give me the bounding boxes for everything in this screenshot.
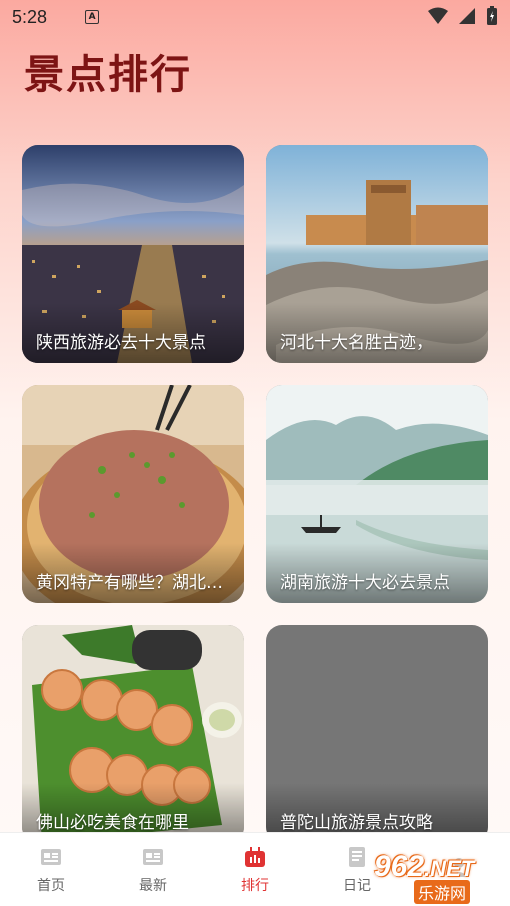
- tab-home[interactable]: 首页: [0, 833, 102, 906]
- tab-ranking[interactable]: 排行: [204, 833, 306, 906]
- attraction-card[interactable]: 佛山必吃美食在哪里: [22, 625, 244, 843]
- status-time: 5:28: [12, 6, 48, 27]
- card-title: 佛山必吃美食在哪里: [36, 813, 189, 833]
- signal-icon: [459, 8, 475, 24]
- status-icons: [428, 6, 498, 26]
- card-title: 普陀山旅游景点攻略: [280, 813, 433, 833]
- battery-icon: [487, 6, 497, 25]
- card-title: 黄冈特产有哪些？湖北黄冈特产: [36, 573, 234, 593]
- ranking-icon: [245, 846, 265, 867]
- site-watermark: 962.NET 乐游网: [374, 850, 506, 904]
- page-title: 景点排行: [24, 52, 192, 98]
- tab-latest[interactable]: 最新: [102, 833, 204, 906]
- tab-label: 排行: [241, 877, 269, 894]
- tab-label: 首页: [37, 877, 65, 894]
- tab-label: 最新: [139, 877, 167, 894]
- attraction-card[interactable]: 湖南旅游十大必去景点: [266, 385, 488, 603]
- attraction-card[interactable]: 普陀山旅游景点攻略: [266, 625, 488, 843]
- attraction-card[interactable]: 河北十大名胜古迹，: [266, 145, 488, 363]
- card-title: 陕西旅游必去十大景点: [36, 333, 206, 353]
- card-title: 河北十大名胜古迹，: [280, 333, 433, 353]
- accessibility-icon: A: [85, 10, 100, 24]
- attraction-card[interactable]: 陕西旅游必去十大景点: [22, 145, 244, 363]
- attraction-card[interactable]: 黄冈特产有哪些？湖北黄冈特产: [22, 385, 244, 603]
- watermark-logo: 962.NET: [374, 850, 475, 883]
- wifi-icon: [428, 7, 448, 24]
- home-icon: [41, 848, 61, 865]
- diary-icon: [349, 846, 365, 867]
- news-icon: [143, 848, 163, 865]
- card-title: 湖南旅游十大必去景点: [280, 573, 450, 593]
- tab-label: 日记: [343, 877, 371, 894]
- status-bar: 5:28 A: [0, 0, 510, 34]
- watermark-text: 乐游网: [414, 880, 471, 904]
